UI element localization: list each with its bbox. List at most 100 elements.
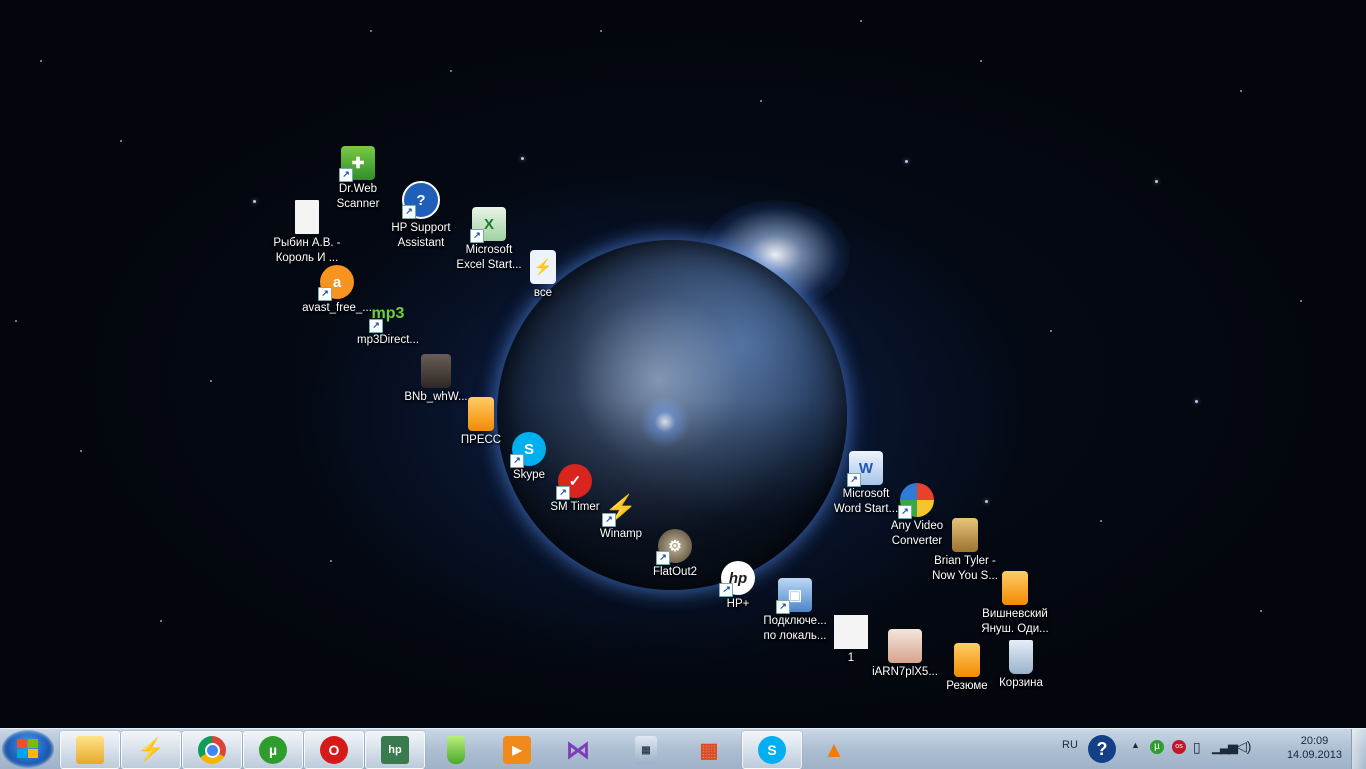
taskbar-chrome[interactable]: [182, 731, 242, 769]
star: [450, 70, 452, 72]
clock-time: 20:09: [1300, 735, 1329, 747]
shortcut-arrow-icon: ↗: [847, 473, 861, 487]
clock[interactable]: 20:09 14.09.2013: [1287, 734, 1342, 762]
taskbar-hp[interactable]: hp: [365, 731, 425, 769]
avast-icon: a ↗: [318, 265, 354, 301]
help-icon[interactable]: ?: [1088, 735, 1116, 763]
clock-date: 14.09.2013: [1286, 749, 1342, 761]
image-icon: [421, 354, 451, 388]
start-orb-icon: [17, 739, 39, 759]
taskbar-media-player[interactable]: ▶: [487, 731, 547, 769]
star: [1050, 330, 1052, 332]
signal-icon[interactable]: ▁▃▅: [1212, 739, 1238, 755]
star: [15, 320, 17, 322]
star: [760, 100, 762, 102]
icon-label: Вишневский Януш. Оди...: [981, 608, 1049, 635]
converter-icon: ↗: [898, 483, 934, 519]
shortcut-arrow-icon: ↗: [556, 486, 570, 500]
star: [985, 500, 988, 503]
word-icon: W ↗: [847, 451, 883, 487]
star: [905, 160, 908, 163]
shortcut-arrow-icon: ↗: [369, 319, 383, 333]
star: [521, 157, 524, 160]
help-icon: ? ↗: [402, 181, 440, 219]
star: [1155, 180, 1158, 183]
antivirus-icon[interactable]: os: [1172, 740, 1186, 754]
star: [1195, 400, 1198, 403]
taskbar-vlc[interactable]: ▲: [804, 731, 864, 769]
excel-icon: X ↗: [470, 207, 506, 243]
desktop-icon-vishnevsky[interactable]: Вишневский Януш. Оди...: [970, 571, 1060, 637]
recycle-bin-icon: [1009, 640, 1033, 674]
calculator-icon: ▦: [635, 736, 657, 764]
folder-icon: [952, 518, 978, 552]
winamp-playlist-icon: ⚡: [530, 250, 556, 284]
desktop-icon-vse[interactable]: ⚡ все: [498, 250, 588, 301]
winamp-icon: ⚡: [137, 737, 165, 762]
drweb-icon: ✚ ↗: [339, 146, 375, 182]
shortcut-arrow-icon: ↗: [719, 583, 733, 597]
desktop-icon-rybin[interactable]: Рыбин А.В. - Король И ...: [262, 200, 352, 266]
taskbar-explorer[interactable]: [60, 731, 120, 769]
winamp-icon: ⚡ ↗: [602, 491, 638, 527]
icon-label: все: [533, 287, 553, 299]
glass-icon: [447, 736, 465, 764]
icon-label: Рыбин А.В. - Король И ...: [273, 237, 341, 264]
taskbar-visual-studio[interactable]: ⋈: [548, 731, 608, 769]
star: [1300, 300, 1302, 302]
language-indicator[interactable]: RU: [1062, 739, 1078, 751]
image-icon: [888, 629, 922, 663]
folder-icon: [1002, 571, 1028, 605]
star: [40, 60, 42, 62]
star: [860, 20, 862, 22]
desktop-icon-recycle-bin[interactable]: Корзина: [976, 640, 1066, 691]
star: [1240, 90, 1242, 92]
star: [600, 30, 602, 32]
star: [370, 30, 372, 32]
shortcut-arrow-icon: ↗: [510, 454, 524, 468]
utorrent-icon[interactable]: µ: [1150, 740, 1164, 754]
start-button[interactable]: [2, 730, 54, 768]
taskbar-apps[interactable]: ▦: [679, 731, 739, 769]
flatout-icon: ⚙ ↗: [656, 529, 692, 565]
shortcut-arrow-icon: ↗: [776, 600, 790, 614]
opera-icon: O: [320, 736, 348, 764]
star: [253, 200, 256, 203]
bowtie-icon: ⋈: [566, 736, 590, 764]
show-hidden-icons[interactable]: ▲: [1131, 740, 1140, 750]
skype-icon: S ↗: [510, 432, 546, 468]
play-icon: ▶: [503, 736, 531, 764]
document-icon: [295, 200, 319, 234]
taskbar-skype[interactable]: S: [742, 731, 802, 769]
cone-icon: ▲: [823, 737, 845, 762]
star: [1260, 610, 1262, 612]
grid-icon: ▦: [699, 739, 719, 762]
taskbar-winamp[interactable]: ⚡: [121, 731, 181, 769]
star: [80, 450, 82, 452]
desktop[interactable]: ✚ ↗ Dr.Web Scanner ? ↗ HP Support Assistan…: [0, 0, 1366, 728]
desktop-icon-mp3direct[interactable]: mp3 ↗ mp3Direct...: [343, 297, 433, 348]
taskbar: ⚡ µ O hp ▶ ⋈ ▦ ▦ S ▲ RU ? ▲ µ os ▯ ▁▃▅ ◁…: [0, 728, 1366, 769]
shortcut-arrow-icon: ↗: [656, 551, 670, 565]
utorrent-icon: µ: [259, 736, 287, 764]
power-icon[interactable]: ▯: [1193, 739, 1201, 756]
shortcut-arrow-icon: ↗: [898, 505, 912, 519]
icon-label: Корзина: [999, 677, 1043, 689]
shortcut-arrow-icon: ↗: [318, 287, 332, 301]
volume-icon[interactable]: ◁): [1236, 738, 1251, 755]
shortcut-arrow-icon: ↗: [470, 229, 484, 243]
show-desktop-button[interactable]: [1351, 729, 1366, 769]
taskbar-drink[interactable]: [426, 731, 486, 769]
star: [160, 620, 162, 622]
taskbar-utorrent[interactable]: µ: [243, 731, 303, 769]
taskbar-opera[interactable]: O: [304, 731, 364, 769]
folder-icon: [76, 736, 104, 764]
star: [120, 140, 122, 142]
shortcut-arrow-icon: ↗: [402, 205, 416, 219]
shortcut-arrow-icon: ↗: [339, 168, 353, 182]
star: [330, 560, 332, 562]
star: [210, 380, 212, 382]
taskbar-calculator[interactable]: ▦: [616, 731, 676, 769]
mp3-icon: mp3 ↗: [369, 297, 405, 333]
star: [1100, 520, 1102, 522]
